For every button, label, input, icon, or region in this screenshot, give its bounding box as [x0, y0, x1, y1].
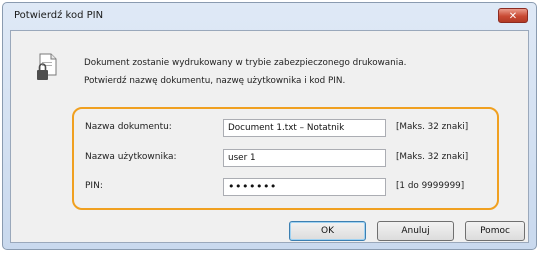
close-button[interactable]: ✕: [498, 8, 528, 23]
document-name-input[interactable]: Document 1.txt – Notatnik: [223, 119, 386, 137]
dialog-body: Dokument zostanie wydrukowany w trybie z…: [10, 30, 529, 243]
pin-label: PIN:: [85, 181, 103, 191]
close-icon: ✕: [508, 11, 518, 22]
user-name-input[interactable]: user 1: [223, 149, 386, 167]
help-button[interactable]: Pomoc: [465, 221, 525, 241]
message-line-2: Potwierdź nazwę dokumentu, nazwę użytkow…: [84, 76, 346, 86]
cancel-button[interactable]: Anuluj: [377, 221, 454, 241]
document-name-label: Nazwa dokumentu:: [85, 122, 172, 132]
pin-hint: [1 do 9999999]: [396, 181, 465, 191]
dialog-window: Potwierdź kod PIN ✕ Dokument zostanie wy…: [2, 2, 537, 250]
pin-input[interactable]: •••••••: [223, 178, 386, 196]
document-name-hint: [Maks. 32 znaki]: [396, 122, 469, 132]
dialog-title: Potwierdź kod PIN: [14, 10, 104, 21]
ok-button[interactable]: OK: [289, 221, 366, 241]
message-line-1: Dokument zostanie wydrukowany w trybie z…: [84, 58, 407, 68]
user-name-hint: [Maks. 32 znaki]: [396, 152, 469, 162]
user-name-label: Nazwa użytkownika:: [85, 152, 177, 162]
title-bar[interactable]: Potwierdź kod PIN ✕: [3, 3, 536, 30]
document-lock-icon: [37, 53, 57, 80]
